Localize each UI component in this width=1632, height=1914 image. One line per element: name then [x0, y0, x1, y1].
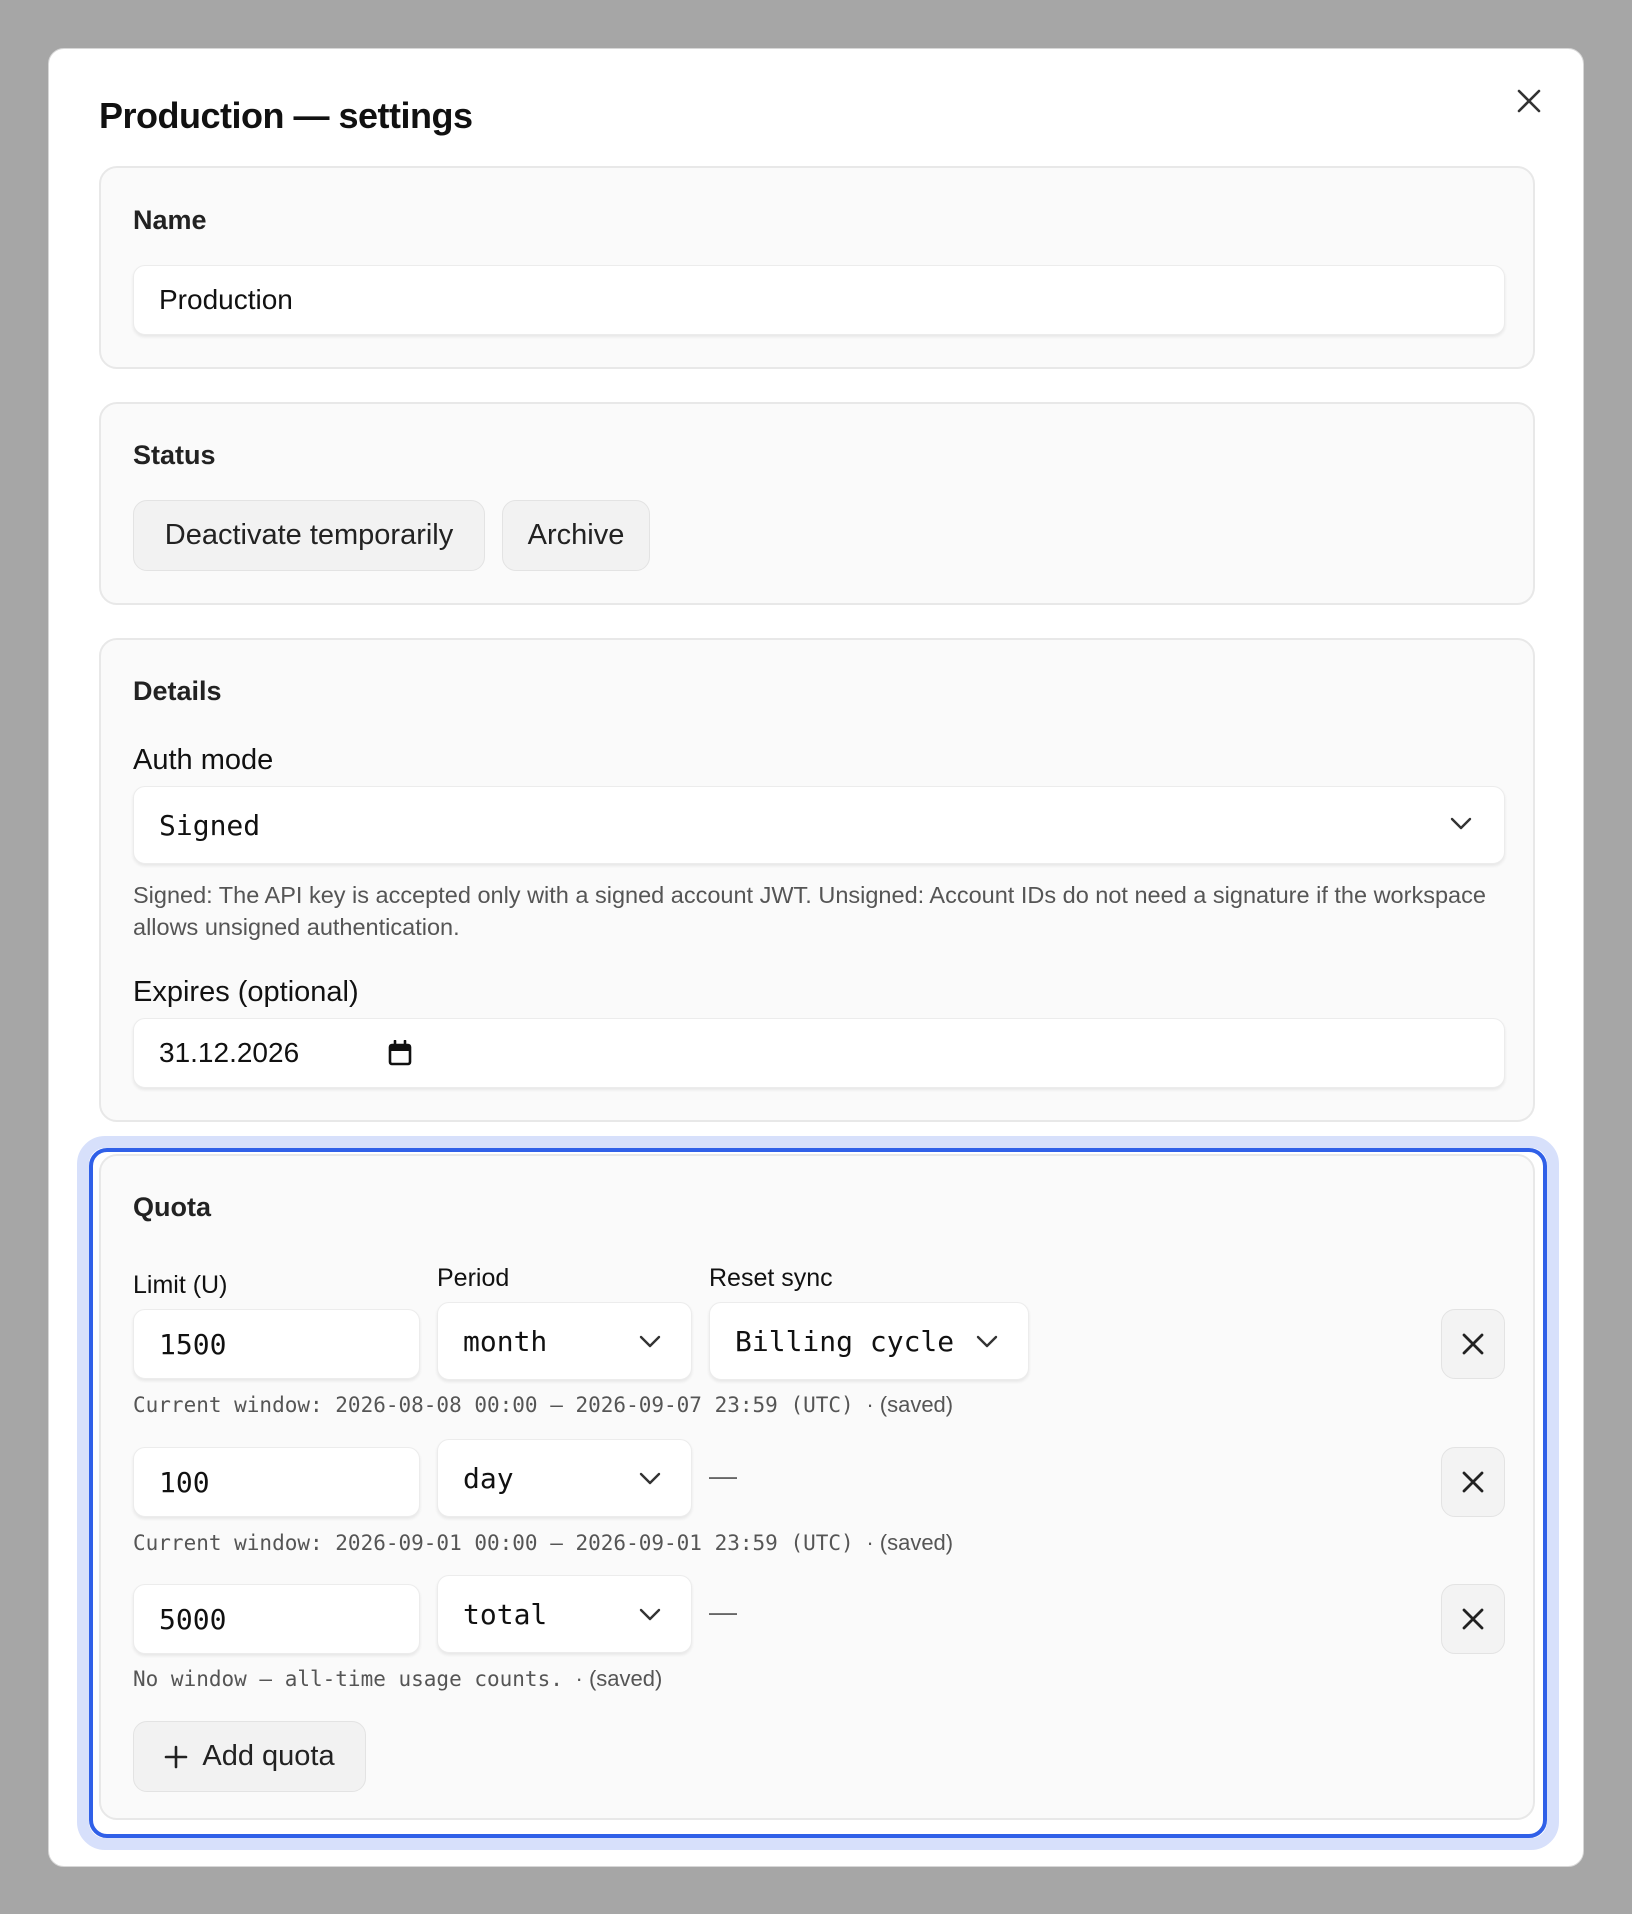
remove-quota-button[interactable]: [1441, 1447, 1505, 1517]
expires-date-input[interactable]: 31.12.2026: [133, 1018, 1505, 1088]
name-input[interactable]: Production: [133, 265, 1505, 335]
chevron-down-icon: [1450, 817, 1472, 830]
chevron-down-icon: [639, 1335, 661, 1348]
quota-window-text: Current window: 2026-09-01 00:00 – 2026-…: [133, 1531, 854, 1555]
details-card: Details Auth mode Signed Signed: The API…: [99, 638, 1535, 1122]
chevron-down-icon: [639, 1472, 661, 1485]
remove-quota-button[interactable]: [1441, 1309, 1505, 1379]
close-icon: [1462, 1471, 1484, 1493]
quota-period-value: total: [463, 1597, 548, 1631]
quota-limit-input[interactable]: 1500: [133, 1309, 420, 1379]
quota-reset-value: Billing cycle: [735, 1324, 955, 1358]
auth-mode-select[interactable]: Signed: [133, 786, 1505, 864]
quota-period-select[interactable]: total: [437, 1575, 692, 1653]
deactivate-button[interactable]: Deactivate temporarily: [133, 500, 485, 571]
name-section-title: Name: [133, 205, 207, 235]
add-quota-label: Add quota: [202, 1740, 335, 1772]
saved-indicator: · (saved): [866, 1392, 954, 1417]
expires-label: Expires (optional): [133, 976, 359, 1008]
details-section-title: Details: [133, 676, 222, 706]
quota-period-select[interactable]: month: [437, 1302, 692, 1380]
close-icon: [1462, 1608, 1484, 1630]
period-column-header: Period: [437, 1264, 510, 1292]
deactivate-button-label: Deactivate temporarily: [164, 519, 454, 551]
status-section-title: Status: [133, 440, 216, 470]
quota-window-info: Current window: 2026-08-08 00:00 – 2026-…: [133, 1392, 953, 1418]
quota-window-info: Current window: 2026-09-01 00:00 – 2026-…: [133, 1530, 953, 1556]
quota-period-select[interactable]: day: [437, 1439, 692, 1517]
quota-period-value: month: [463, 1324, 548, 1358]
quota-limit-value: 100: [159, 1465, 210, 1499]
reset-column-header: Reset sync: [709, 1264, 833, 1292]
quota-reset-placeholder: —: [709, 1460, 737, 1491]
remove-quota-button[interactable]: [1441, 1584, 1505, 1654]
expires-date-value: 31.12.2026: [159, 1037, 300, 1068]
close-button[interactable]: [1511, 83, 1547, 119]
status-card: Status Deactivate temporarily Archive: [99, 402, 1535, 605]
limit-column-header: Limit (U): [133, 1271, 228, 1299]
saved-indicator: · (saved): [866, 1530, 954, 1555]
dialog-title: Production — settings: [99, 95, 473, 136]
name-input-value: Production: [159, 284, 293, 315]
auth-mode-value: Signed: [159, 808, 261, 842]
chevron-down-icon: [639, 1608, 661, 1621]
quota-limit-value: 1500: [159, 1327, 227, 1361]
quota-reset-select[interactable]: Billing cycle: [709, 1302, 1029, 1380]
archive-button-label: Archive: [527, 519, 625, 551]
quota-limit-input[interactable]: 5000: [133, 1584, 420, 1654]
quota-window-text: Current window: 2026-08-08 00:00 – 2026-…: [133, 1393, 854, 1417]
settings-dialog: Production — settings Name Production St…: [48, 48, 1584, 1867]
name-card: Name Production: [99, 166, 1535, 369]
quota-card: Quota Limit (U) Period Reset sync 1500 m…: [99, 1154, 1535, 1820]
quota-limit-input[interactable]: 100: [133, 1447, 420, 1517]
auth-mode-label: Auth mode: [133, 744, 274, 776]
quota-reset-placeholder: —: [709, 1596, 737, 1627]
quota-section-title: Quota: [133, 1192, 211, 1222]
add-quota-button[interactable]: Add quota: [133, 1721, 366, 1792]
calendar-icon[interactable]: [388, 1040, 412, 1066]
quota-limit-value: 5000: [159, 1602, 227, 1636]
close-icon: [1517, 89, 1541, 113]
quota-period-value: day: [463, 1461, 514, 1495]
auth-mode-help: Signed: The API key is accepted only wit…: [133, 882, 1486, 940]
archive-button[interactable]: Archive: [502, 500, 650, 571]
quota-window-text: No window — all-time usage counts.: [133, 1667, 563, 1691]
saved-indicator: · (saved): [575, 1666, 663, 1691]
close-icon: [1462, 1333, 1484, 1355]
quota-window-info: No window — all-time usage counts. · (sa…: [133, 1666, 662, 1692]
chevron-down-icon: [976, 1335, 998, 1348]
plus-icon: [165, 1745, 188, 1768]
